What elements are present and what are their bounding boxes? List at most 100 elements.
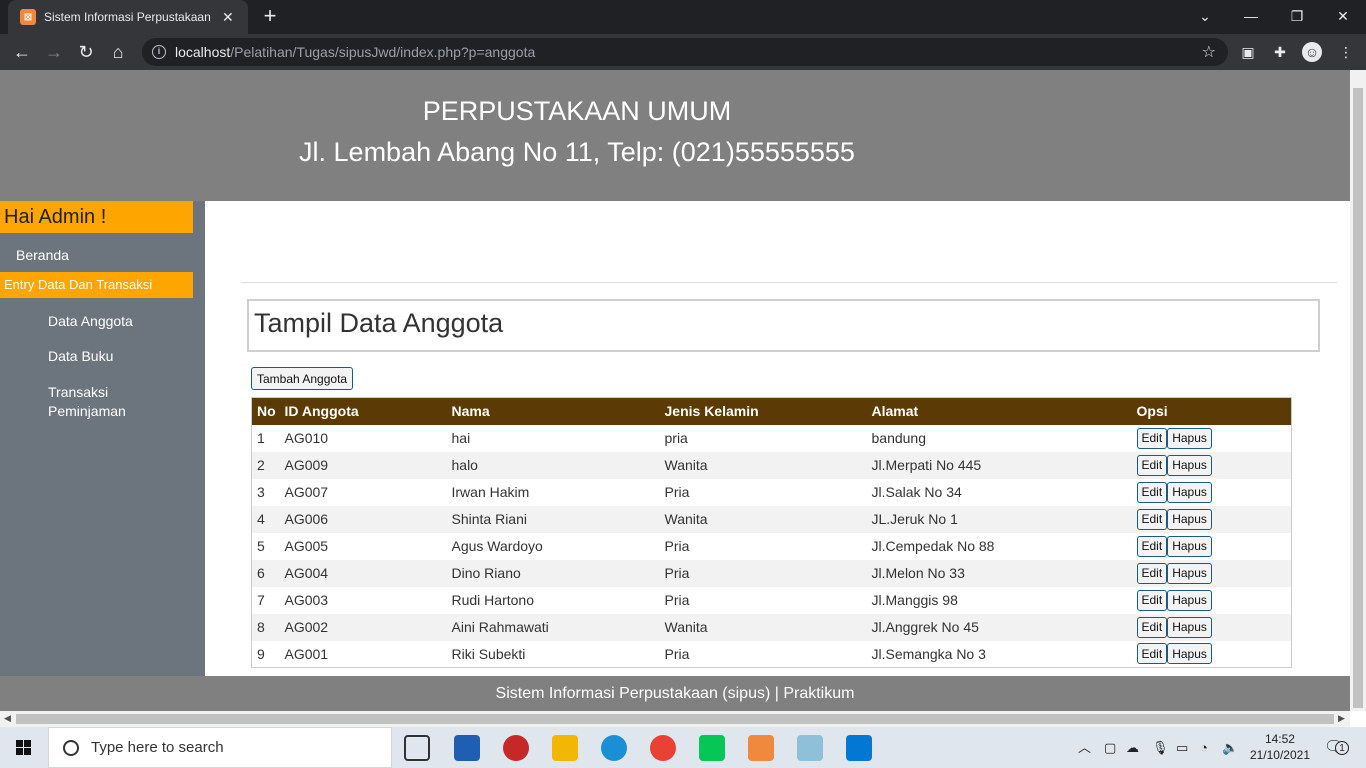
puzzle-extensions-icon[interactable]: ✚ [1270,42,1290,62]
cell-id-anggota: AG003 [279,586,447,614]
cell-no: 4 [251,505,280,533]
edit-button[interactable]: Edit [1136,454,1168,476]
cell-jenis-kelamin: Pria [659,478,867,506]
mail-app-icon[interactable] [454,735,480,761]
cell-no: 9 [251,640,280,668]
app-blue-icon[interactable] [797,735,823,761]
cell-alamat: Jl.Semangka No 3 [866,640,1132,668]
edit-button[interactable]: Edit [1136,481,1168,503]
url-text[interactable]: localhost/Pelatihan/Tugas/sipusJwd/index… [175,44,535,60]
sidebar-item-beranda[interactable]: Beranda [16,247,69,263]
sidebar-item-transaksi-peminjaman[interactable]: Transaksi Peminjaman [48,383,138,421]
page-title: Tampil Data Anggota [254,308,504,338]
table-row: 4 AG006 Shinta Riani Wanita JL.Jeruk No 1 Edi… [251,505,1292,533]
file-explorer-icon[interactable] [552,735,578,761]
cell-alamat: Jl.Cempedak No 88 [866,532,1132,560]
bookmark-star-icon[interactable]: ☆ [1202,42,1216,62]
cell-nama: Rudi Hartono [446,586,660,614]
site-footer: Sistem Informasi Perpustakaan (sipus) | … [0,676,1350,711]
xampp-app-icon[interactable] [748,735,774,761]
taskbar-search-placeholder: Type here to search [91,739,224,756]
browser-tab[interactable]: ⊠ Sistem Informasi Perpustakaan ✕ [8,0,248,34]
new-tab-button[interactable]: + [258,4,282,28]
tray-chevron-up-icon[interactable]: ︿ [1078,727,1091,768]
sidebar-section-entry[interactable]: Entry Data Dan Transaksi [0,272,193,298]
taskbar-clock[interactable]: 14:52 21/10/2021 [1250,731,1310,763]
edit-button[interactable]: Edit [1136,616,1168,638]
minimize-button[interactable]: — [1228,0,1274,32]
sidebar-item-data-buku[interactable]: Data Buku [48,348,113,364]
profile-avatar[interactable]: ☺ [1302,42,1322,62]
site-info-icon[interactable]: i [152,45,166,59]
taskbar-search-box[interactable]: Type here to search [48,727,392,768]
close-window-button[interactable]: ✕ [1320,0,1366,32]
cell-opsi: Edit Hapus [1131,532,1292,560]
sidebar: Hai Admin ! Beranda Entry Data Dan Trans… [0,201,205,676]
horizontal-scrollbar[interactable]: ◀ ▶ [0,711,1350,727]
table-row: 5 AG005 Agus Wardoyo Pria Jl.Cempedak No 88 E… [251,532,1292,560]
edit-button[interactable]: Edit [1136,643,1168,665]
delete-button[interactable]: Hapus [1167,481,1212,503]
delete-button[interactable]: Hapus [1167,454,1212,476]
address-bar[interactable]: i localhost/Pelatihan/Tugas/sipusJwd/ind… [142,38,1228,66]
delete-button[interactable]: Hapus [1167,427,1212,449]
cell-no: 3 [251,478,280,506]
notification-count-badge: 1 [1335,741,1349,755]
line-app-icon[interactable] [699,735,725,761]
restore-button[interactable]: ❐ [1274,0,1320,32]
vscode-app-icon[interactable] [846,735,872,761]
forward-arrow-icon[interactable]: → [42,40,66,64]
tab-search-icon[interactable]: ⌄ [1182,0,1228,32]
reload-icon[interactable]: ↻ [74,40,98,64]
scroll-right-arrow-icon[interactable]: ▶ [1338,713,1345,724]
delete-button[interactable]: Hapus [1167,535,1212,557]
home-icon[interactable]: ⌂ [106,40,130,64]
back-arrow-icon[interactable]: ← [10,40,34,64]
app-red-icon[interactable] [503,735,529,761]
column-header-id: ID Anggota [279,397,447,425]
site-address: Jl. Lembah Abang No 11, Telp: (021)55555… [299,137,855,167]
edge-browser-icon[interactable] [601,735,627,761]
main-content: Tampil Data Anggota Tambah Anggota No ID… [205,201,1350,676]
browser-menu-icon[interactable]: ⋮ [1336,42,1356,62]
delete-button[interactable]: Hapus [1167,589,1212,611]
vertical-scroll-thumb[interactable] [1353,88,1363,708]
search-icon [63,739,79,756]
cell-no: 7 [251,586,280,614]
edit-button[interactable]: Edit [1136,535,1168,557]
tray-device-icon[interactable]: ▢ [1104,727,1116,768]
cell-nama: hai [446,424,660,452]
edit-button[interactable]: Edit [1136,427,1168,449]
tray-battery-icon[interactable]: ▭ [1176,727,1188,768]
cell-nama: Riki Subekti [446,640,660,668]
extension-icon[interactable]: ▣ [1238,42,1258,62]
tray-volume-icon[interactable]: 🔈 [1222,727,1238,768]
delete-button[interactable]: Hapus [1167,562,1212,584]
chrome-browser-icon[interactable] [650,735,676,761]
tray-microphone-icon[interactable]: 🎙 [1152,727,1169,768]
task-view-icon[interactable] [404,735,430,761]
delete-button[interactable]: Hapus [1167,616,1212,638]
tray-cloud-icon[interactable]: ☁ [1126,727,1139,768]
delete-button[interactable]: Hapus [1167,508,1212,530]
url-host: localhost [175,44,231,60]
vertical-scrollbar[interactable] [1350,70,1366,711]
scroll-left-arrow-icon[interactable]: ◀ [4,713,11,724]
horizontal-scroll-thumb[interactable] [16,714,1334,724]
cell-id-anggota: AG007 [279,478,447,506]
sidebar-item-data-anggota[interactable]: Data Anggota [48,313,133,329]
cell-id-anggota: AG010 [279,424,447,452]
edit-button[interactable]: Edit [1136,589,1168,611]
cell-jenis-kelamin: Pria [659,586,867,614]
tray-wifi-icon[interactable]: ◔ [1200,727,1208,768]
site-header: PERPUSTAKAAN UMUM Jl. Lembah Abang No 11… [0,70,1350,201]
add-member-button[interactable]: Tambah Anggota [251,367,354,390]
edit-button[interactable]: Edit [1136,562,1168,584]
start-button[interactable] [0,727,48,768]
tab-close-icon[interactable]: ✕ [222,9,234,26]
table-row: 2 AG009 halo Wanita Jl.Merpati No 445 Edit Hap… [251,451,1292,479]
browser-tab-bar: ⊠ Sistem Informasi Perpustakaan ✕ + ⌄ — … [0,0,1366,34]
delete-button[interactable]: Hapus [1167,643,1212,665]
edit-button[interactable]: Edit [1136,508,1168,530]
windows-logo-icon [16,740,31,755]
